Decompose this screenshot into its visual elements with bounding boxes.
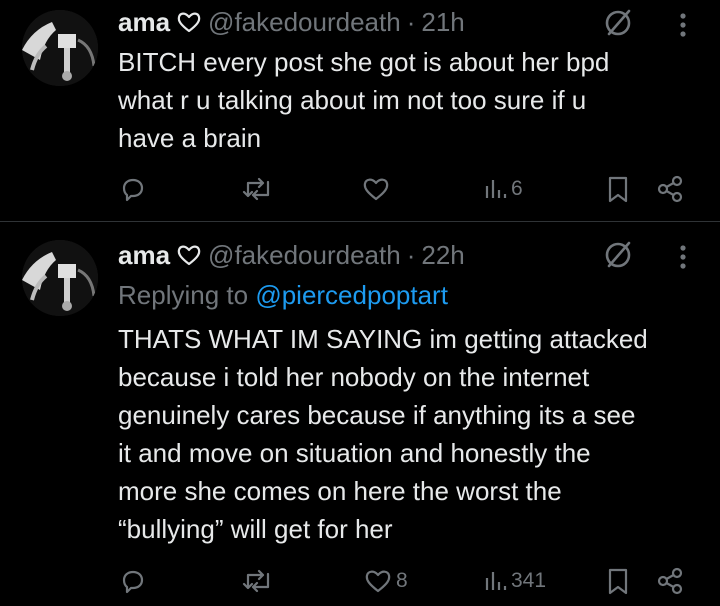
more-icon[interactable] — [668, 242, 698, 272]
like-button[interactable]: 8 — [363, 564, 408, 598]
post-2[interactable]: ama @fakedourdeath · 22h Replying to @pi… — [0, 0, 720, 606]
timestamp[interactable]: 22h — [421, 240, 464, 271]
separator: · — [406, 239, 416, 270]
replying-to: Replying to @piercedpoptart — [118, 280, 448, 311]
replying-to-mention[interactable]: @piercedpoptart — [255, 280, 448, 310]
views-button[interactable]: 341 — [484, 564, 546, 598]
post-text-line: more she comes on here the worst the — [118, 476, 562, 506]
reply-button[interactable] — [118, 564, 148, 598]
post-text-line: “bullying” will get for her — [118, 514, 393, 544]
views-icon — [485, 572, 507, 590]
repost-button[interactable] — [242, 564, 274, 598]
post-text-line: genuinely cares because if anything its … — [118, 400, 636, 430]
reply-icon — [122, 570, 144, 594]
heart-icon — [365, 570, 391, 593]
replying-to-label: Replying to — [118, 280, 256, 310]
share-icon — [657, 567, 683, 595]
bookmark-button[interactable] — [605, 564, 631, 598]
repost-icon — [242, 569, 270, 593]
post-text-line: it and move on situation and honestly th… — [118, 438, 591, 468]
share-button[interactable] — [655, 564, 685, 598]
bookmark-icon — [608, 568, 628, 595]
heart-badge-icon — [176, 242, 202, 268]
author-name[interactable]: ama — [118, 240, 170, 271]
post-header: ama @fakedourdeath · 22h — [118, 239, 465, 271]
author-handle[interactable]: @fakedourdeath — [208, 240, 401, 271]
views-count: 341 — [511, 569, 547, 592]
likes-count: 8 — [396, 569, 408, 592]
action-bar: 8 341 — [0, 564, 720, 598]
avatar[interactable] — [22, 240, 98, 316]
post-text-line: THATS WHAT IM SAYING im getting attacked — [118, 324, 648, 354]
post-text-line: because i told her nobody on the interne… — [118, 362, 590, 392]
grok-icon[interactable] — [603, 240, 633, 270]
post-text: THATS WHAT IM SAYING im getting attacked… — [118, 320, 708, 548]
